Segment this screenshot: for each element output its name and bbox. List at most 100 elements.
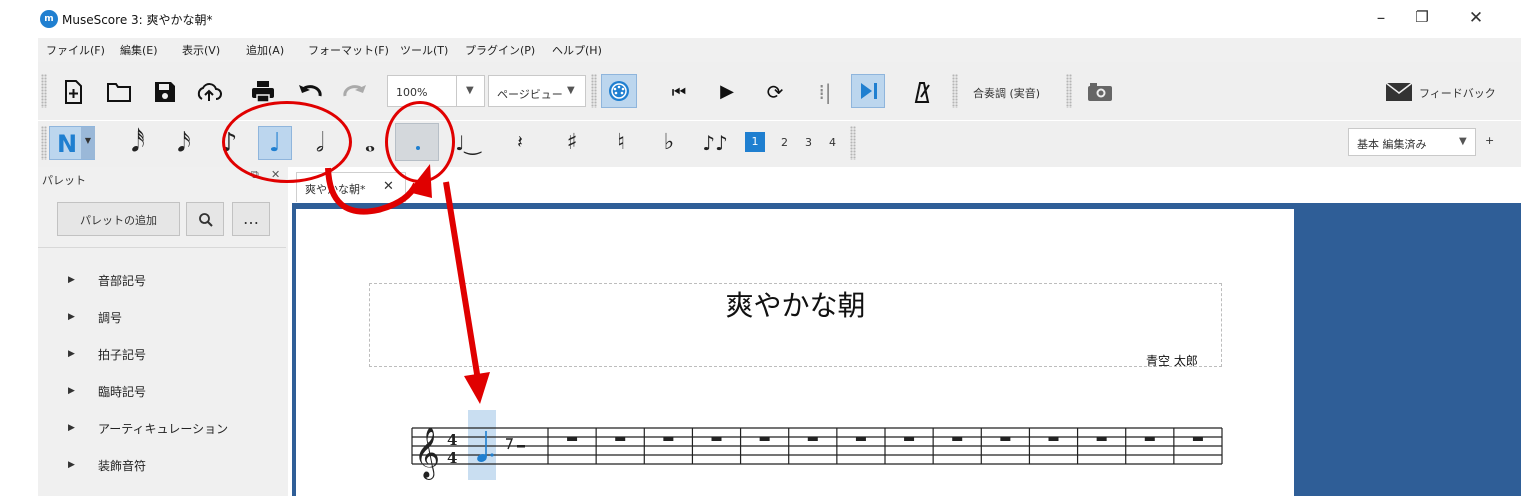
expand-arrow-icon[interactable]: ▶ [68,423,75,433]
eighth-rest [506,438,514,450]
save-icon[interactable] [150,77,180,107]
window-title: MuseScore 3: 爽やかな朝* [62,13,213,27]
menu-edit[interactable]: 編集(E) [120,42,158,58]
whole-rest [904,437,915,441]
palette-item-key-signatures[interactable]: 調号 [98,309,122,326]
redo-icon[interactable] [340,77,370,107]
new-file-icon[interactable] [58,77,88,107]
voice-4-button[interactable]: 4 [829,136,836,149]
menu-tools[interactable]: ツール(T) [400,42,448,58]
cloud-upload-icon[interactable] [194,77,224,107]
camera-icon[interactable] [1087,82,1113,106]
toolbar-grip[interactable] [591,74,597,108]
divider [38,247,286,248]
whole-rest [1096,437,1107,441]
toolbar-grip[interactable] [41,74,47,108]
64th-note-icon[interactable]: 𝅘𝅥𝅰 [121,126,155,160]
flat-icon[interactable]: ♭ [652,126,686,160]
chevron-down-icon[interactable]: ▼ [81,127,95,159]
palette-item-articulations[interactable]: アーティキュレーション [98,420,228,437]
whole-rest [711,437,722,441]
menu-view[interactable]: 表示(V) [182,42,220,58]
whole-rest [615,437,626,441]
note-input-mode-label: N [57,130,78,158]
voice-2-button[interactable]: 2 [781,136,788,149]
expand-arrow-icon[interactable]: ▶ [68,386,75,396]
voice-3-button[interactable]: 3 [805,136,812,149]
palette-more-button[interactable]: … [232,202,270,236]
palette-item-time-signatures[interactable]: 拍子記号 [98,346,146,363]
concert-pitch-toggle[interactable]: 合奏調 (実音) [973,85,1040,101]
toolbar-grip[interactable] [41,126,47,160]
loop-icon[interactable]: ⟳ [760,77,790,107]
add-palette-label: パレットの追加 [80,214,157,227]
add-palette-button[interactable]: パレットの追加 [57,202,180,236]
whole-rest [952,437,963,441]
open-folder-icon[interactable] [104,77,134,107]
toolbar-grip[interactable] [1066,74,1072,108]
add-workspace-button[interactable]: + [1485,134,1494,147]
chevron-down-icon: ▼ [466,85,474,96]
whole-rest [663,437,674,441]
pan-score-button[interactable] [851,74,885,108]
zoom-combo[interactable]: 100% ▼ [387,75,485,107]
staff[interactable]: 𝄞 4 4 [400,405,1230,496]
treble-clef-icon: 𝄞 [414,427,440,480]
search-icon [199,213,213,227]
chevron-down-icon: ▼ [1459,136,1467,147]
expand-arrow-icon[interactable]: ▶ [68,460,75,470]
time-signature-top: 4 [447,431,457,449]
workspace-value: 基本 編集済み [1357,138,1427,151]
restore-button[interactable]: ❐ [1407,8,1437,26]
sharp-icon[interactable]: ♯ [555,126,589,160]
augmentation-dot [490,453,494,457]
title-bar [0,0,1521,38]
more-icon: … [243,209,259,228]
rewind-icon[interactable]: ⏮ [664,77,694,107]
palette-item-grace-notes[interactable]: 装飾音符 [98,457,146,474]
voice-1-button[interactable]: 1 [745,132,765,152]
palette-item-accidentals[interactable]: 臨時記号 [98,383,146,400]
metronome-icon[interactable] [906,77,936,107]
palette-item-clefs[interactable]: 音部記号 [98,272,146,289]
view-mode-combo[interactable]: ページビュー ▼ [488,75,586,107]
selected-measure-highlight [468,410,496,480]
workspace-combo[interactable]: 基本 編集済み ▼ [1348,128,1476,156]
quarter-rest [517,445,525,448]
score-composer[interactable]: 青空 太郎 [1146,352,1198,369]
32nd-note-icon[interactable]: 𝅘𝅥𝅯 [167,126,201,160]
play-icon[interactable]: ▶ [712,77,742,107]
envelope-icon [1385,82,1413,105]
menu-plugins[interactable]: プラグイン(P) [465,42,535,58]
feedback-button[interactable]: フィードバック [1419,85,1496,101]
midi-input-button[interactable] [601,74,637,108]
menu-format[interactable]: フォーマット(F) [308,42,389,58]
whole-rest [1000,437,1011,441]
minimize-button[interactable]: – [1366,8,1396,28]
whole-rest [1144,437,1155,441]
close-window-button[interactable]: ✕ [1461,8,1491,28]
zoom-value: 100% [396,86,428,99]
menu-file[interactable]: ファイル(F) [46,42,105,58]
time-signature-bottom: 4 [447,449,457,467]
whole-rest [1048,437,1059,441]
toolbar-grip[interactable] [850,126,856,160]
flip-direction-icon[interactable]: ♪♪ [698,126,732,160]
whole-rest [807,437,818,441]
view-mode-value: ページビュー [497,88,563,101]
menu-help[interactable]: ヘルプ(H) [552,42,602,58]
natural-icon[interactable]: ♮ [604,126,638,160]
note-input-mode-button[interactable]: N ▼ [49,126,95,160]
repeat-icon[interactable]: ⁞| [810,77,840,107]
whole-rest [759,437,770,441]
annotation-arrows [325,164,490,404]
expand-arrow-icon[interactable]: ▶ [68,312,75,322]
expand-arrow-icon[interactable]: ▶ [68,349,75,359]
expand-arrow-icon[interactable]: ▶ [68,275,75,285]
palette-search-button[interactable] [186,202,224,236]
menu-add[interactable]: 追加(A) [246,42,284,58]
palette-title: パレット [42,174,86,187]
toolbar-grip[interactable] [952,74,958,108]
chevron-down-icon: ▼ [567,85,575,96]
whole-rest [567,437,578,441]
